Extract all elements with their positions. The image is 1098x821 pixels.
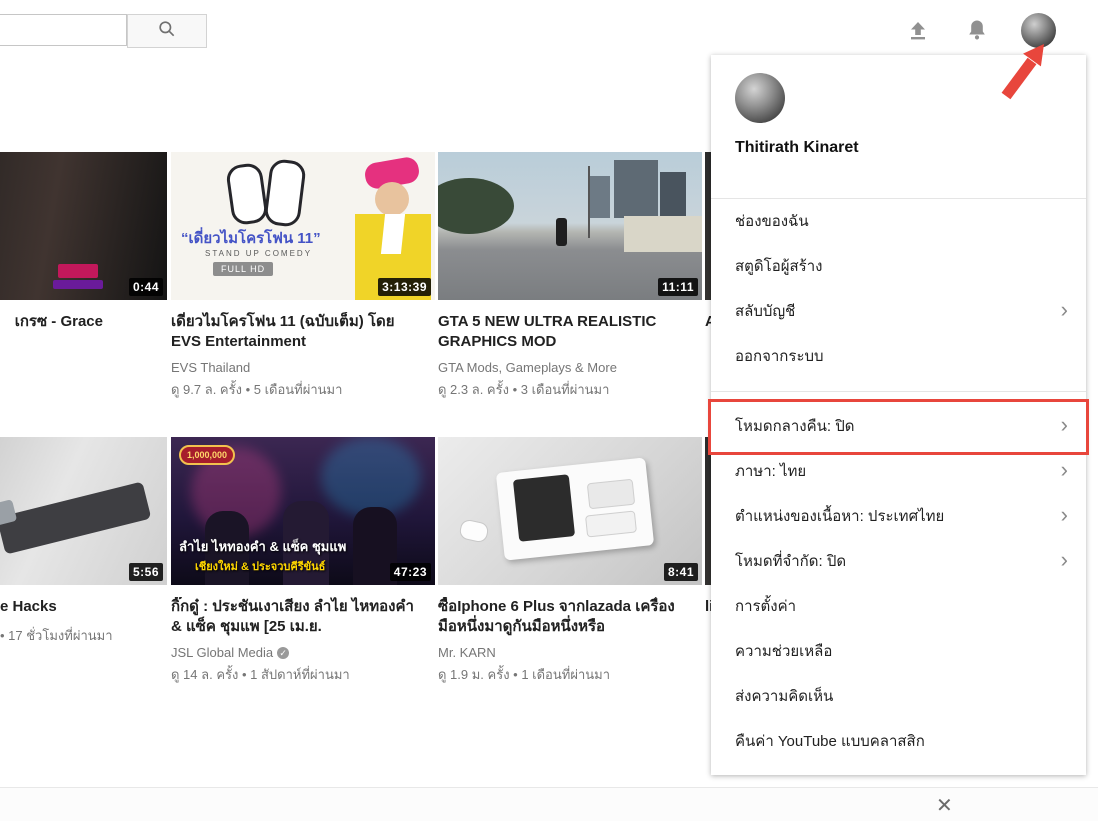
chevron-right-icon xyxy=(1061,539,1068,584)
chevron-right-icon xyxy=(1061,449,1068,494)
video-channel[interactable]: GTA Mods, Gameplays & More xyxy=(438,360,702,375)
video-card: “เดี่ยวไมโครโฟน 11” STAND UP COMEDY FULL… xyxy=(171,152,435,400)
thumbnail-badge xyxy=(58,264,98,278)
chevron-right-icon xyxy=(1061,404,1068,449)
menu-divider xyxy=(711,391,1086,392)
video-meta: ดู 9.7 ล. ครั้ง • 5 เดือนที่ผ่านมา xyxy=(171,379,435,400)
search-input[interactable] xyxy=(0,14,127,46)
account-name: Thitirath Kinaret xyxy=(735,139,1062,157)
video-title[interactable]: กิ๊กดู๋ : ประชันเงาเสียง ลำไย ไหทองคำ & … xyxy=(171,597,425,637)
face-shape xyxy=(375,182,409,216)
video-title[interactable]: เกรซ - Grace ha xyxy=(0,312,103,352)
building-shape xyxy=(614,160,658,218)
verified-badge-icon: ✓ xyxy=(277,647,289,659)
video-channel[interactable]: up xyxy=(0,360,167,375)
account-menu: Thitirath Kinaret ช่องของฉัน สตูดิโอผู้ส… xyxy=(711,55,1086,775)
video-duration: 47:23 xyxy=(390,563,431,581)
prize-badge: 1,000,000 xyxy=(179,445,235,465)
menu-item-classic-youtube[interactable]: คืนค่า YouTube แบบคลาสสิก xyxy=(711,719,1086,764)
cartoon-mic-icon xyxy=(263,158,307,228)
video-thumbnail[interactable]: 0:44 xyxy=(0,152,167,300)
account-avatar[interactable] xyxy=(1021,13,1056,48)
building-shape xyxy=(660,172,686,218)
video-channel[interactable]: EVS Thailand xyxy=(171,360,435,375)
video-meta: • 2 เดือนที่ผ่านมา xyxy=(0,379,167,400)
shirt-shape xyxy=(381,214,405,254)
house-shape xyxy=(624,216,702,252)
video-meta: • 17 ชั่วโมงที่ผ่านมา xyxy=(0,625,167,646)
video-duration: 3:13:39 xyxy=(378,278,431,296)
menu-item-switch-account[interactable]: สลับบัญชี xyxy=(711,289,1086,334)
video-duration: 5:56 xyxy=(129,563,163,581)
video-duration: 11:11 xyxy=(658,278,698,296)
video-duration: 8:41 xyxy=(664,563,698,581)
thumbnail-badge xyxy=(53,280,103,289)
video-title[interactable]: เดี่ยวไมโครโฟน 11 (ฉบับเต็ม) โดย EVS Ent… xyxy=(171,312,425,352)
video-thumbnail[interactable]: “เดี่ยวไมโครโฟน 11” STAND UP COMEDY FULL… xyxy=(171,152,435,300)
video-meta: ดู 1.9 ม. ครั้ง • 1 เดือนที่ผ่านมา xyxy=(438,664,702,685)
menu-item-settings[interactable]: การตั้งค่า xyxy=(711,584,1086,629)
video-thumbnail[interactable]: 8:41 xyxy=(438,437,702,585)
character-shape xyxy=(556,218,567,246)
video-card: 11:11 GTA 5 NEW ULTRA REALISTIC GRAPHICS… xyxy=(438,152,702,400)
menu-item-creator-studio[interactable]: สตูดิโอผู้สร้าง xyxy=(711,244,1086,289)
video-thumbnail[interactable]: 5:56 xyxy=(0,437,167,585)
video-meta: ดู 2.3 ล. ครั้ง • 3 เดือนที่ผ่านมา xyxy=(438,379,702,400)
video-meta: ดู 14 ล. ครั้ง • 1 สัปดาห์ที่ผ่านมา xyxy=(171,664,435,685)
video-duration: 0:44 xyxy=(129,278,163,296)
video-card: 8:41 ซื้อIphone 6 Plus จากlazada เครื่อง… xyxy=(438,437,702,685)
stage-light-shape xyxy=(321,437,421,517)
search-button[interactable] xyxy=(127,14,207,48)
menu-item-help[interactable]: ความช่วยเหลือ xyxy=(711,629,1086,674)
bottom-banner: ✕ xyxy=(0,787,1098,821)
accessory-shape xyxy=(587,479,635,510)
bell-icon[interactable] xyxy=(965,18,989,42)
video-title[interactable]: e Hacks xyxy=(0,597,157,617)
video-card: 1,000,000 ลำไย ไหทองคำ & แซ็ค ชุมแพ เชีย… xyxy=(171,437,435,685)
thumbnail-headline: “เดี่ยวไมโครโฟน 11” xyxy=(181,226,321,250)
menu-item-language[interactable]: ภาษา: ไทย xyxy=(711,449,1086,494)
close-icon[interactable]: ✕ xyxy=(936,793,953,818)
menu-item-sign-out[interactable]: ออกจากระบบ xyxy=(711,334,1086,379)
menu-item-my-channel[interactable]: ช่องของฉัน xyxy=(711,199,1086,244)
thumbnail-quality-badge: FULL HD xyxy=(213,262,273,276)
menu-item-send-feedback[interactable]: ส่งความคิดเห็น xyxy=(711,674,1086,719)
search-icon xyxy=(157,19,177,44)
pole-shape xyxy=(588,166,590,238)
video-title[interactable]: ซื้อIphone 6 Plus จากlazada เครื่องมือหน… xyxy=(438,597,692,637)
trees-shape xyxy=(438,178,514,234)
video-thumbnail[interactable]: 1,000,000 ลำไย ไหทองคำ & แซ็ค ชุมแพ เชีย… xyxy=(171,437,435,585)
video-title[interactable]: GTA 5 NEW ULTRA REALISTIC GRAPHICS MOD xyxy=(438,312,678,352)
drill-shape xyxy=(0,481,151,554)
thumbnail-caption: ลำไย ไหทองคำ & แซ็ค ชุมแพ xyxy=(179,536,346,557)
video-channel[interactable]: Mr. KARN xyxy=(438,645,702,660)
thumbnail-subtitle: STAND UP COMEDY xyxy=(205,249,312,258)
earpod-shape xyxy=(458,518,490,543)
menu-item-restricted-mode[interactable]: โหมดที่จำกัด: ปิด xyxy=(711,539,1086,584)
chevron-right-icon xyxy=(1061,289,1068,334)
upload-icon[interactable] xyxy=(906,19,930,43)
menu-item-dark-mode[interactable]: โหมดกลางคืน: ปิด xyxy=(711,404,1086,449)
menu-avatar xyxy=(735,73,785,123)
video-thumbnail[interactable]: 11:11 xyxy=(438,152,702,300)
cartoon-mic-icon xyxy=(225,162,269,226)
account-menu-header: Thitirath Kinaret xyxy=(711,55,1086,198)
iphone-shape xyxy=(513,474,575,542)
building-shape xyxy=(588,176,610,218)
video-channel[interactable]: JSL Global Media✓ xyxy=(171,645,435,660)
menu-item-content-location[interactable]: ตำแหน่งของเนื้อหา: ประเทศไทย xyxy=(711,494,1086,539)
video-card: 0:44 เกรซ - Grace ha up • 2 เดือนที่ผ่าน… xyxy=(0,152,167,400)
thumbnail-caption: เชียงใหม่ & ประจวบคีรีขันธ์ xyxy=(195,557,325,575)
chevron-right-icon xyxy=(1061,494,1068,539)
video-card: 5:56 e Hacks • 17 ชั่วโมงที่ผ่านมา xyxy=(0,437,167,646)
